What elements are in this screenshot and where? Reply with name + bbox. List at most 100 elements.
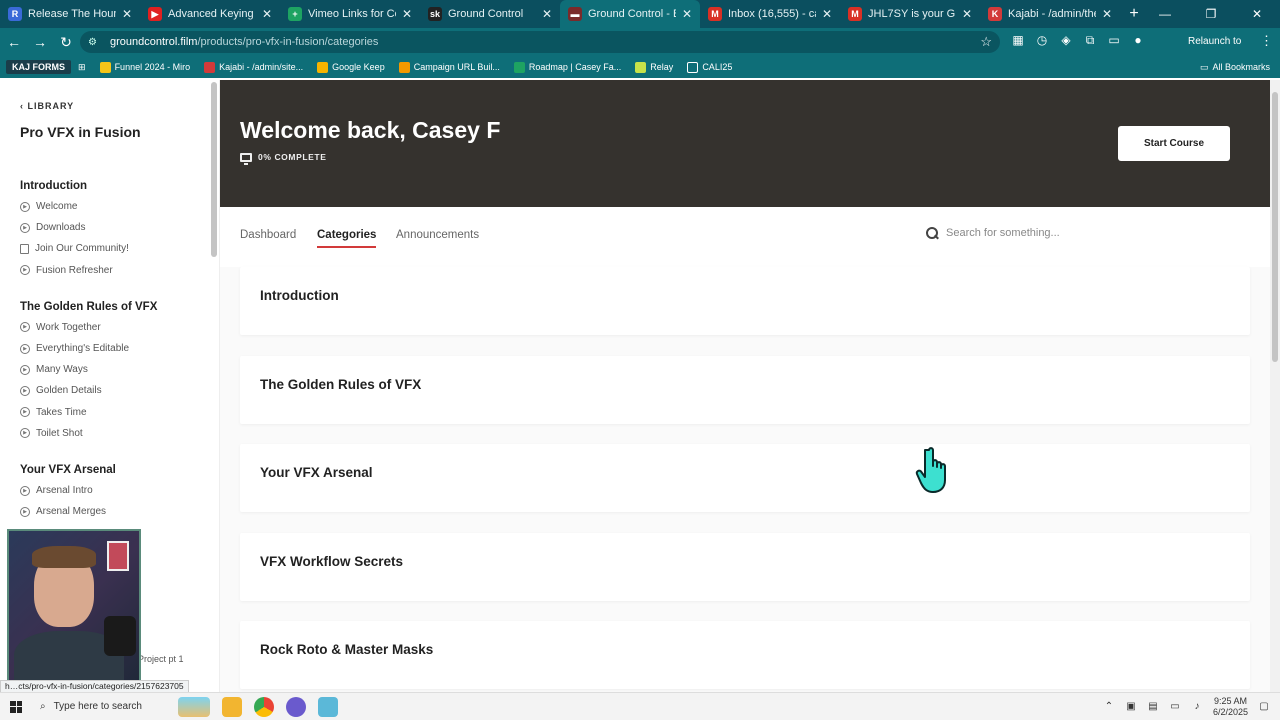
search-input[interactable] — [946, 227, 1146, 239]
tab-title: Vimeo Links for Courses - — [308, 8, 396, 20]
sidebar-lesson-item[interactable]: ▶ Arsenal Intro — [20, 485, 93, 496]
course-title: Pro VFX in Fusion — [20, 124, 141, 140]
tab-close-icon[interactable]: ✕ — [682, 7, 692, 21]
sidebar-lesson-item[interactable]: ▶ Fusion Refresher — [20, 265, 113, 276]
search-box — [926, 227, 1146, 239]
main-content: Welcome back, Casey F 0% COMPLETE Start … — [220, 80, 1270, 692]
sidebar-item-project-pt1[interactable]: Project pt 1 — [138, 654, 184, 664]
library-back-link[interactable]: ‹ LIBRARY — [20, 101, 74, 111]
timer-icon[interactable]: ◷ — [1034, 32, 1050, 48]
sidebar-scrollbar[interactable] — [211, 82, 217, 257]
tab-announcements[interactable]: Announcements — [396, 229, 479, 241]
restore-icon[interactable]: ❐ — [1188, 0, 1234, 28]
browser-tab[interactable]: ▬ Ground Control - Blackma ✕ — [560, 0, 700, 28]
app-icon[interactable] — [318, 696, 338, 717]
bookmark-item[interactable]: KAJ FORMS — [6, 60, 72, 74]
browser-tab[interactable]: ▶ Advanced Keying Breakdo ✕ — [140, 0, 280, 28]
chevron-left-icon: ‹ — [20, 101, 24, 111]
puzzle-icon[interactable]: ⧉ — [1082, 32, 1098, 48]
sidebar-section-title[interactable]: Your VFX Arsenal — [20, 464, 116, 476]
sidebar-lesson-item[interactable]: ▶ Golden Details — [20, 385, 102, 396]
sidebar-lesson-item[interactable]: ▶ Downloads — [20, 222, 85, 233]
bookmark-item[interactable]: Relay — [628, 61, 680, 73]
tray-app-icon[interactable]: ▤ — [1147, 701, 1159, 713]
browser-tab[interactable]: + Vimeo Links for Courses - ✕ — [280, 0, 420, 28]
taskbar-search[interactable]: ⌕ Type here to search — [32, 693, 172, 720]
page-scrollbar-thumb[interactable] — [1272, 92, 1278, 362]
browser-tab[interactable]: sk Ground Control ✕ — [420, 0, 560, 28]
bookmark-favicon-icon — [513, 61, 525, 73]
browser-tab[interactable]: M Inbox (16,555) - caseydiv ✕ — [700, 0, 840, 28]
site-info-icon[interactable]: ⚙ — [88, 37, 102, 48]
sidebar-lesson-item[interactable]: ▶ Arsenal Merges — [20, 506, 106, 517]
tab-title: Ground Control — [448, 8, 524, 20]
extension-icons: ▦ ◷ ◈ ⧉ ▭ ● — [1010, 32, 1146, 48]
bookmark-star-icon[interactable]: ☆ — [980, 34, 992, 50]
file-explorer-icon[interactable] — [222, 696, 242, 717]
tab-close-icon[interactable]: ✕ — [402, 7, 412, 21]
tray-app-icon[interactable]: ▣ — [1125, 701, 1137, 713]
menu-kebab-icon[interactable]: ⋮ — [1260, 33, 1273, 49]
tab-close-icon[interactable]: ✕ — [962, 7, 972, 21]
taskbar-apps — [178, 696, 338, 717]
chevron-up-icon[interactable]: ⌃ — [1103, 701, 1115, 713]
clock[interactable]: 9:25 AM 6/2/2025 — [1213, 696, 1248, 718]
bookmark-item[interactable]: Google Keep — [310, 61, 392, 73]
category-card[interactable]: The Golden Rules of VFX — [240, 355, 1250, 424]
sidebar-lesson-item[interactable]: ▶ Many Ways — [20, 364, 88, 375]
hand-cursor-icon — [915, 447, 946, 493]
address-bar[interactable]: ⚙ groundcontrol.film/products/pro-vfx-in… — [80, 31, 1000, 53]
apps-grid-icon[interactable]: ⊞ — [71, 62, 93, 73]
bookmark-favicon-icon — [398, 61, 410, 73]
minimize-icon[interactable]: — — [1142, 0, 1188, 28]
play-circle-icon: ▶ — [20, 343, 30, 354]
all-bookmarks-button[interactable]: ▭ All Bookmarks — [1200, 56, 1270, 78]
reload-icon[interactable]: ↻ — [54, 34, 78, 51]
bookmark-item[interactable]: Roadmap | Casey Fa... — [507, 61, 628, 73]
bookmark-item[interactable]: Funnel 2024 - Miro — [93, 61, 198, 73]
browser-tab[interactable]: M JHL7SY is your Gravatar co ✕ — [840, 0, 980, 28]
category-card[interactable]: VFX Workflow Secrets — [240, 532, 1250, 601]
extension-icon[interactable]: ▦ — [1010, 32, 1026, 48]
sidebar-section-title[interactable]: The Golden Rules of VFX — [20, 301, 157, 313]
bookmark-item[interactable]: CALI25 — [680, 61, 739, 73]
weather-widget-icon[interactable] — [178, 696, 210, 717]
url-path: /products/pro-vfx-in-fusion/categories — [197, 36, 379, 48]
forward-arrow-icon[interactable]: → — [28, 34, 52, 50]
category-card[interactable]: Rock Roto & Master Masks — [240, 621, 1250, 690]
sidebar-lesson-item[interactable]: ▶ Welcome — [20, 201, 78, 212]
volume-icon[interactable]: ♪ — [1191, 701, 1203, 713]
sidebar-lesson-item[interactable]: ▶ Takes Time — [20, 407, 87, 418]
browser-tab[interactable]: R Release The Hounds - Cal ✕ — [0, 0, 140, 28]
close-icon[interactable]: ✕ — [1234, 0, 1280, 28]
browser-tab[interactable]: K Kajabi - /admin/themes/2 ✕ — [980, 0, 1120, 28]
app-icon[interactable] — [286, 696, 306, 717]
start-course-button[interactable]: Start Course — [1118, 126, 1230, 161]
back-arrow-icon[interactable]: ← — [2, 34, 26, 50]
bookmark-item[interactable]: Campaign URL Buil... — [392, 61, 507, 73]
bookmark-item[interactable]: Kajabi - /admin/site... — [197, 61, 310, 73]
chrome-icon[interactable] — [254, 696, 274, 717]
tab-close-icon[interactable]: ✕ — [122, 7, 132, 21]
tab-categories[interactable]: Categories — [317, 229, 377, 248]
sidebar-lesson-item[interactable]: ▶ Everything's Editable — [20, 343, 129, 354]
notification-icon[interactable]: ▢ — [1258, 701, 1270, 713]
tab-close-icon[interactable]: ✕ — [542, 7, 552, 21]
tab-close-icon[interactable]: ✕ — [1102, 7, 1112, 21]
sidebar-section-title[interactable]: Introduction — [20, 180, 87, 192]
tab-dashboard[interactable]: Dashboard — [240, 229, 296, 241]
sidebar-lesson-item[interactable]: Join Our Community! — [20, 243, 129, 254]
sidebar-lesson-item[interactable]: ▶ Toilet Shot — [20, 428, 83, 439]
tab-close-icon[interactable]: ✕ — [822, 7, 832, 21]
reading-list-icon[interactable]: ▭ — [1106, 32, 1122, 48]
tab-close-icon[interactable]: ✕ — [262, 7, 272, 21]
category-card[interactable]: Your VFX Arsenal — [240, 444, 1250, 513]
extension-icon[interactable]: ◈ — [1058, 32, 1074, 48]
system-tray: ⌃ ▣ ▤ ▭ ♪ 9:25 AM 6/2/2025 ▢ — [1103, 693, 1280, 720]
category-card[interactable]: Introduction — [240, 267, 1250, 335]
sidebar-lesson-item[interactable]: ▶ Work Together — [20, 322, 101, 333]
profile-avatar-icon[interactable]: ● — [1130, 32, 1146, 48]
windows-start-button[interactable] — [0, 693, 32, 720]
person-hair — [32, 546, 96, 568]
network-icon[interactable]: ▭ — [1169, 701, 1181, 713]
